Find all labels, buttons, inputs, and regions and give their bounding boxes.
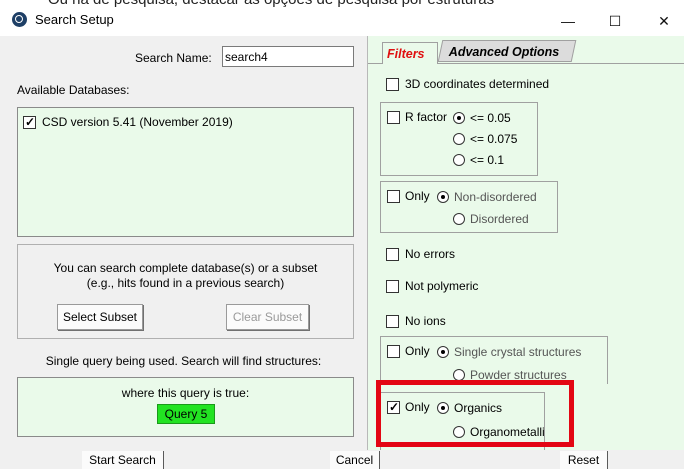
clear-subset-button[interactable]: Clear Subset xyxy=(226,304,309,330)
crystal-checkbox[interactable] xyxy=(387,344,400,358)
title-bar: Search Setup — ☐ ✕ xyxy=(0,8,684,34)
bottom-button-bar: Start Search Cancel Reset xyxy=(0,450,684,469)
no-ions-checkbox[interactable] xyxy=(386,314,399,328)
database-item-label: CSD version 5.41 (November 2019) xyxy=(42,115,233,129)
r-factor-option-01-label: <= 0.1 xyxy=(470,153,505,167)
left-panel: Search Name: Available Databases: CSD ve… xyxy=(0,36,367,450)
search-name-input[interactable] xyxy=(222,46,354,67)
subset-text-line2: (e.g., hits found in a previous search) xyxy=(86,276,285,290)
single-crystal-radio[interactable] xyxy=(437,346,449,358)
app-icon xyxy=(12,12,27,27)
r-factor-checkbox[interactable] xyxy=(387,110,400,124)
disorder-group: Only Non-disordered Disordered xyxy=(380,181,558,233)
disordered-label: Disordered xyxy=(470,212,529,226)
disorder-checkbox[interactable] xyxy=(387,189,400,203)
select-subset-button[interactable]: Select Subset xyxy=(57,304,143,330)
filter-no-ions[interactable]: No ions xyxy=(386,314,446,328)
no-errors-checkbox[interactable] xyxy=(386,247,399,261)
crystal-filter[interactable]: Only xyxy=(387,344,430,358)
no-ions-label: No ions xyxy=(405,314,446,328)
non-disordered-radio[interactable] xyxy=(437,191,449,203)
highlight-rectangle xyxy=(376,380,574,447)
minimize-button[interactable]: — xyxy=(548,8,588,34)
r-factor-group: R factor <= 0.05 <= 0.075 <= 0.1 xyxy=(380,102,538,176)
database-list: CSD version 5.41 (November 2019) xyxy=(17,107,354,237)
r-factor-option-0075-label: <= 0.075 xyxy=(470,132,518,146)
tab-advanced-options[interactable]: Advanced Options xyxy=(437,40,577,62)
not-polymeric-label: Not polymeric xyxy=(405,279,479,293)
database-item[interactable]: CSD version 5.41 (November 2019) xyxy=(23,115,233,129)
filter-3d-coordinates[interactable]: 3D coordinates determined xyxy=(386,77,549,91)
disorder-filter[interactable]: Only xyxy=(387,189,430,203)
search-name-label: Search Name: xyxy=(135,51,212,65)
non-disordered-label: Non-disordered xyxy=(454,190,537,204)
disorder-label: Only xyxy=(405,189,430,203)
query-condition-text: where this query is true: xyxy=(121,386,250,400)
cancel-button[interactable]: Cancel xyxy=(330,451,380,469)
r-factor-option-005[interactable]: <= 0.05 xyxy=(453,111,511,125)
r-factor-option-005-label: <= 0.05 xyxy=(470,111,511,125)
crystal-option-single[interactable]: Single crystal structures xyxy=(437,345,581,359)
r-factor-radio-0075[interactable] xyxy=(453,133,465,145)
background-caption: Ou na de pesquisa, destacar as opções de… xyxy=(48,0,494,8)
query-box: where this query is true: Query 5 xyxy=(17,377,354,437)
tab-advanced-options-label: Advanced Options xyxy=(448,45,560,59)
subset-text-line1: You can search complete database(s) or a… xyxy=(53,261,318,275)
query-button[interactable]: Query 5 xyxy=(157,404,215,424)
r-factor-label: R factor xyxy=(405,110,448,124)
r-factor-radio-005[interactable] xyxy=(453,112,465,124)
close-button[interactable]: ✕ xyxy=(644,8,684,34)
single-crystal-label: Single crystal structures xyxy=(454,345,582,359)
subset-frame: You can search complete database(s) or a… xyxy=(17,244,354,339)
disorder-option-disordered[interactable]: Disordered xyxy=(453,212,529,226)
reset-button[interactable]: Reset xyxy=(560,451,608,469)
filter-no-errors[interactable]: No errors xyxy=(386,247,455,261)
r-factor-radio-01[interactable] xyxy=(453,154,465,166)
start-search-button[interactable]: Start Search xyxy=(82,451,164,469)
filter-3d-coordinates-checkbox[interactable] xyxy=(386,77,399,91)
disordered-radio[interactable] xyxy=(453,213,465,225)
filter-not-polymeric[interactable]: Not polymeric xyxy=(386,279,478,293)
not-polymeric-checkbox[interactable] xyxy=(386,279,399,293)
no-errors-label: No errors xyxy=(405,247,456,261)
crystal-group: Only Single crystal structures Powder st… xyxy=(380,336,608,384)
r-factor-option-0075[interactable]: <= 0.075 xyxy=(453,132,517,146)
query-intro-text: Single query being used. Search will fin… xyxy=(45,354,322,368)
tab-filters[interactable]: Filters xyxy=(382,42,438,64)
disorder-option-non-disordered[interactable]: Non-disordered xyxy=(437,190,537,204)
r-factor-option-01[interactable]: <= 0.1 xyxy=(453,153,504,167)
r-factor-filter[interactable]: R factor xyxy=(387,110,447,124)
database-checkbox[interactable] xyxy=(23,115,36,129)
maximize-button[interactable]: ☐ xyxy=(595,8,635,34)
crystal-label: Only xyxy=(405,344,430,358)
window-title: Search Setup xyxy=(35,12,114,27)
available-databases-label: Available Databases: xyxy=(17,83,130,97)
filter-3d-coordinates-label: 3D coordinates determined xyxy=(405,77,550,91)
